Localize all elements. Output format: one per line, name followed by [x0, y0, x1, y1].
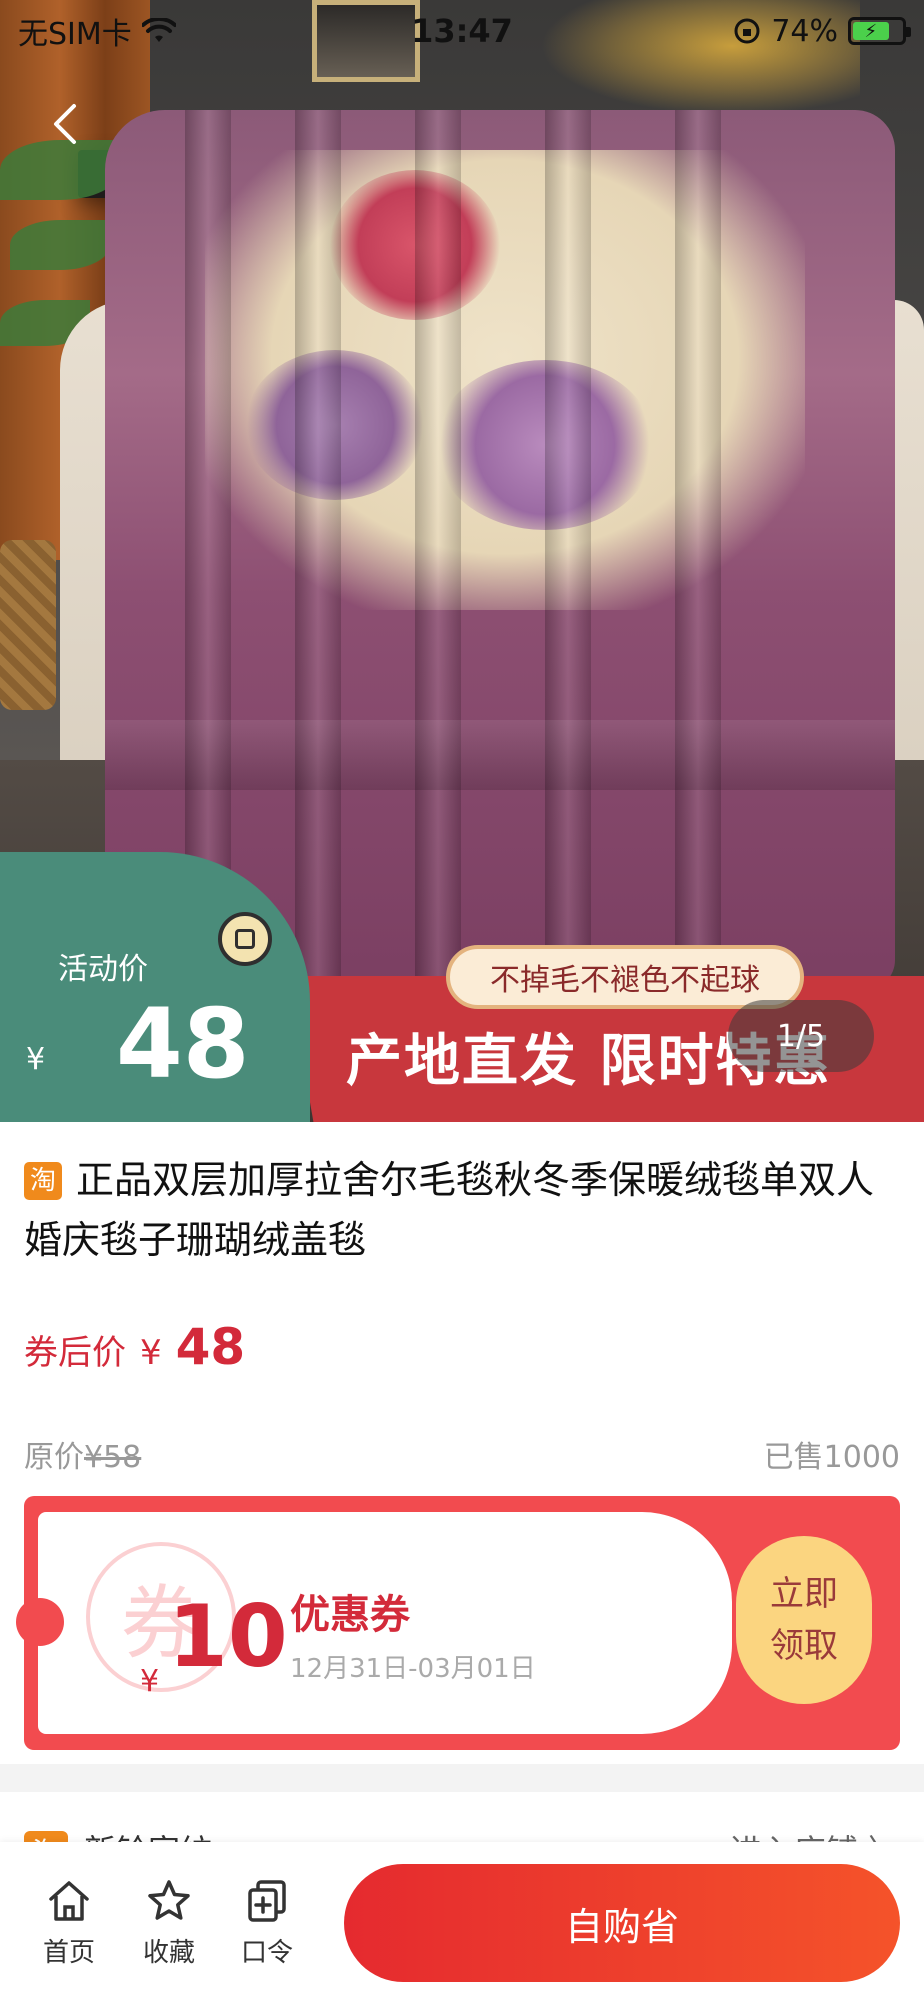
orientation-lock-icon — [734, 18, 760, 44]
after-coupon-value: 48 — [175, 1318, 246, 1376]
after-coupon-price: 券后价 ¥ 48 — [24, 1318, 245, 1376]
nav-code[interactable]: 口令 — [222, 1878, 312, 1969]
after-coupon-label: 券后价 — [24, 1333, 126, 1373]
nav-code-label: 口令 — [240, 1938, 293, 1968]
sold-count: 已售1000 — [763, 1440, 900, 1475]
blanket-fold — [545, 110, 591, 990]
self-buy-button[interactable]: 自购省 — [344, 1864, 900, 1982]
product-image[interactable]: 产地直发 限时特惠 不掉毛不褪色不起球 活动价 ¥ 48 1/5 — [0, 0, 924, 1122]
coupon-date-range: 12月31日-03月01日 — [290, 1654, 536, 1684]
coupon-body: 券 ¥ 10 优惠券 12月31日-03月01日 — [16, 1512, 732, 1734]
plant-leaf — [10, 220, 110, 270]
claim-coupon-button[interactable]: 立即 领取 — [736, 1536, 872, 1704]
claim-label-line2: 领取 — [770, 1626, 838, 1666]
copy-code-icon — [248, 1880, 286, 1922]
home-icon — [49, 1881, 89, 1921]
claim-label-line1: 立即 — [770, 1574, 838, 1614]
taobao-badge: 淘 — [24, 1162, 62, 1200]
nav-favorite-label: 收藏 — [142, 1938, 195, 1968]
price-meta-row: 原价¥58 已售1000 — [24, 1432, 900, 1476]
blanket-illustration — [105, 110, 895, 990]
blanket-fold — [295, 110, 341, 990]
original-price-label: 原价 — [24, 1440, 84, 1475]
promo-price-label: 活动价 — [58, 952, 148, 987]
promo-price-currency: ¥ — [26, 1042, 46, 1077]
blanket-fold — [675, 110, 721, 990]
promo-price-badge: 活动价 ¥ 48 — [0, 852, 310, 1122]
original-price: 原价¥58 — [24, 1432, 141, 1476]
nav-home[interactable]: 首页 — [24, 1878, 114, 1969]
coupon-name: 优惠券 — [290, 1592, 410, 1638]
image-counter: 1/5 — [728, 1000, 874, 1072]
nav-favorite[interactable]: 收藏 — [124, 1878, 214, 1969]
carrier-label: 无SIM卡 — [18, 17, 132, 52]
star-icon — [148, 1880, 190, 1920]
after-coupon-currency: ¥ — [140, 1333, 162, 1373]
back-button[interactable] — [40, 102, 90, 152]
section-divider — [0, 1764, 924, 1792]
promo-tag: 不掉毛不褪色不起球 — [446, 945, 804, 1009]
blanket-fold — [415, 110, 461, 990]
background-basket — [0, 540, 56, 710]
coupon-card[interactable]: 券 ¥ 10 优惠券 12月31日-03月01日 立即 领取 — [16, 1496, 900, 1750]
bottom-bar: 首页 收藏 口令 自购省 — [0, 1842, 924, 2000]
nav-home-label: 首页 — [42, 1938, 95, 1968]
promo-price-value: 48 — [116, 988, 250, 1100]
wifi-icon — [141, 18, 176, 42]
coupon-value: 10 — [168, 1587, 288, 1687]
original-price-value: ¥58 — [84, 1440, 142, 1475]
blanket-stripe — [105, 720, 895, 790]
product-title-row: 淘正品双层加厚拉舍尔毛毯秋冬季保暖绒毯单双人婚庆毯子珊瑚绒盖毯 — [24, 1150, 900, 1270]
coin-icon — [218, 912, 272, 966]
status-bar: 无SIM卡 13:47 74% ⚡ — [0, 0, 924, 62]
status-right: 74% ⚡ — [733, 13, 911, 49]
product-title: 正品双层加厚拉舍尔毛毯秋冬季保暖绒毯单双人婚庆毯子珊瑚绒盖毯 — [24, 1158, 875, 1262]
coupon-currency: ¥ — [140, 1664, 160, 1699]
coupon-notch — [16, 1598, 64, 1646]
battery-icon: ⚡ — [848, 17, 911, 45]
chevron-left-icon — [54, 104, 76, 144]
battery-percent: 74% — [771, 13, 838, 49]
carrier-info: 无SIM卡 — [18, 9, 176, 53]
